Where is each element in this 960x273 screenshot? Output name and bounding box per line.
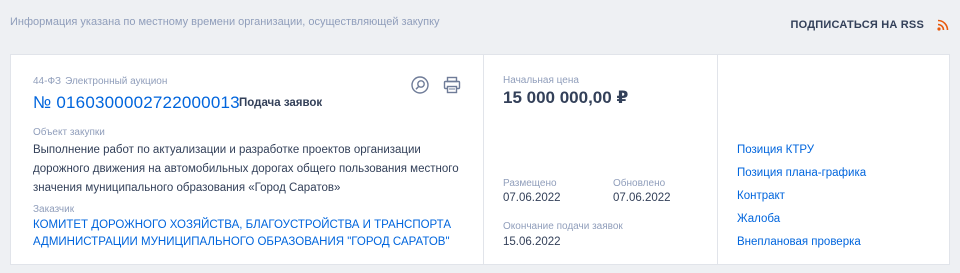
link-contract[interactable]: Контракт — [737, 189, 866, 212]
purchase-card: 44-ФЗ Электронный аукцион № 0160300002722… — [10, 54, 950, 265]
updated-label: Обновлено — [613, 178, 666, 189]
object-description: Выполнение работ по актуализации и разра… — [33, 144, 459, 194]
printer-icon[interactable] — [442, 75, 462, 95]
related-links-column: Позиция КТРУ Позиция плана-графика Контр… — [717, 55, 949, 264]
posted-date: 07.06.2022 — [503, 192, 561, 204]
updated-date: 07.06.2022 — [613, 192, 671, 204]
subscribe-rss-link[interactable]: ПОДПИСАТЬСЯ НА RSS — [791, 19, 924, 31]
purchase-price-column: Начальная цена 15 000 000,00 ₽ Размещено… — [483, 55, 717, 264]
purchase-main-column: 44-ФЗ Электронный аукцион № 0160300002722… — [11, 55, 483, 264]
link-complaint[interactable]: Жалоба — [737, 212, 866, 235]
purchase-number-link[interactable]: № 0160300002722000013 — [33, 93, 240, 113]
law-label: 44-ФЗ — [33, 76, 62, 87]
timezone-notice: Информация указана по местному времени о… — [10, 16, 440, 28]
magnifier-icon[interactable] — [410, 75, 430, 95]
price-label: Начальная цена — [503, 75, 579, 86]
procedure-type: Электронный аукцион — [65, 76, 168, 87]
purchase-law-type: 44-ФЗ Электронный аукцион — [33, 76, 167, 87]
object-label: Объект закупки — [33, 127, 105, 138]
rss-icon[interactable] — [937, 19, 949, 31]
link-unscheduled-inspection[interactable]: Внеплановая проверка — [737, 235, 866, 258]
link-ktru-position[interactable]: Позиция КТРУ — [737, 143, 866, 166]
price-value: 15 000 000,00 ₽ — [503, 88, 629, 107]
link-plan-schedule-position[interactable]: Позиция плана-графика — [737, 166, 866, 189]
purchase-stage: Подача заявок — [239, 97, 323, 109]
customer-link[interactable]: КОМИТЕТ ДОРОЖНОГО ХОЗЯЙСТВА, БЛАГОУСТРОЙ… — [33, 217, 473, 251]
related-links: Позиция КТРУ Позиция плана-графика Контр… — [737, 143, 866, 258]
deadline-date: 15.06.2022 — [503, 236, 561, 248]
posted-label: Размещено — [503, 178, 557, 189]
deadline-label: Окончание подачи заявок — [503, 221, 623, 232]
top-bar: Информация указана по местному времени о… — [0, 0, 960, 52]
customer-label: Заказчик — [33, 204, 75, 215]
